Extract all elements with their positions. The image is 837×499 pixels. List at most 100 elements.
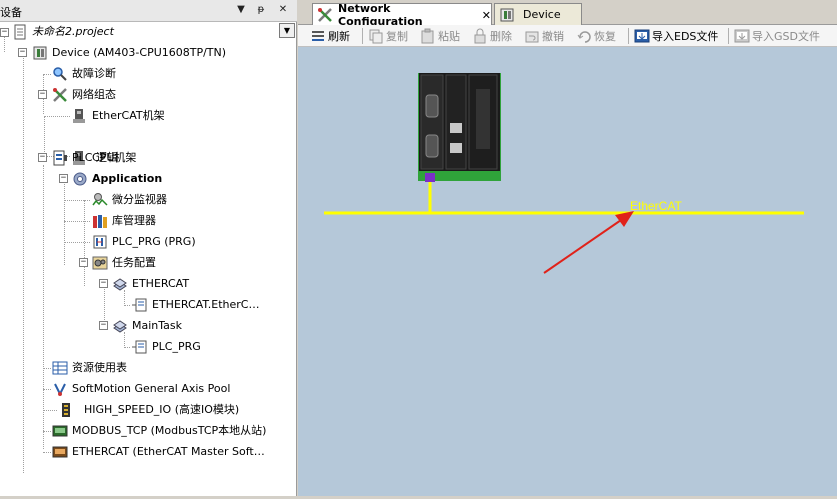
- books-icon: [92, 213, 108, 229]
- tree-label: PLC 逻辑: [72, 151, 118, 164]
- magnifier-icon: [52, 66, 68, 82]
- tree-item-softmotion[interactable]: SoftMotion General Axis Pool: [52, 379, 230, 399]
- tree-label: ETHERCAT: [132, 277, 190, 290]
- redo-button[interactable]: 恢复: [576, 27, 616, 45]
- plc-device[interactable]: [418, 73, 501, 181]
- tab-network-configuration[interactable]: Network Configuration ✕: [312, 2, 492, 28]
- tree-item-plc-logic[interactable]: PLC 逻辑: [52, 148, 118, 168]
- annotation-arrow: [543, 217, 625, 274]
- tree-label: HIGH_SPEED_IO (高速IO模块): [84, 403, 240, 416]
- tree-label: 微分监视器: [112, 193, 167, 206]
- tree-item-ethercat-call[interactable]: ETHERCAT.EtherC…: [132, 295, 259, 315]
- tree-label: 未命名2.project: [32, 25, 114, 38]
- button-label: 删除: [490, 30, 512, 43]
- tree-label: EtherCAT机架: [92, 109, 165, 122]
- tree-item-network[interactable]: 网络组态: [52, 85, 116, 105]
- button-label: 复制: [386, 30, 408, 43]
- tools-icon: [52, 87, 68, 103]
- collapse-icon[interactable]: −: [99, 279, 108, 288]
- tree-item-project[interactable]: 未命名2.project: [12, 22, 114, 42]
- tree-label: 库管理器: [112, 214, 156, 227]
- program-icon: [92, 234, 108, 250]
- collapse-icon[interactable]: −: [18, 48, 27, 57]
- refresh-button[interactable]: 刷新: [310, 27, 350, 45]
- collapse-icon[interactable]: −: [38, 153, 47, 162]
- collapse-icon[interactable]: −: [99, 321, 108, 330]
- toolbar-separator: [362, 28, 363, 44]
- tree-item-modbus-tcp[interactable]: MODBUS_TCP (ModbusTCP本地从站): [52, 421, 266, 441]
- import-gsd-button[interactable]: 导入GSD文件: [734, 27, 820, 45]
- axis-pool-icon: [52, 381, 68, 397]
- import-icon: [734, 28, 750, 44]
- tree-item-main-task[interactable]: MainTask: [112, 316, 182, 336]
- task-icon: [112, 318, 128, 334]
- rack-icon: [72, 108, 88, 124]
- tree-label: PLC_PRG (PRG): [112, 235, 196, 248]
- program-call-icon: [132, 339, 148, 355]
- device-icon: [32, 45, 48, 61]
- task-icon: [112, 276, 128, 292]
- panel-menu-icon[interactable]: ▼: [234, 3, 248, 17]
- refresh-icon: [310, 28, 326, 44]
- tree-item-monitor[interactable]: 微分监视器: [92, 190, 167, 210]
- button-label: 恢复: [594, 30, 616, 43]
- toolbar: 刷新 复制 粘贴 删除 撤销 恢复 导入EDS文件 导入GSD文件: [298, 25, 837, 47]
- monitor-icon: [92, 192, 108, 208]
- tab-bar: Network Configuration ✕ Device: [298, 0, 837, 28]
- tree-item-application[interactable]: Application: [72, 169, 162, 189]
- paste-button[interactable]: 粘贴: [420, 27, 460, 45]
- tree-item-library-manager[interactable]: 库管理器: [92, 211, 156, 231]
- collapse-icon[interactable]: −: [59, 174, 68, 183]
- tab-device[interactable]: Device: [494, 3, 582, 25]
- table-icon: [52, 360, 68, 376]
- tree-label: ETHERCAT.EtherC…: [152, 298, 260, 311]
- editor-area: Network Configuration ✕ Device 刷新 复制 粘贴 …: [298, 0, 837, 496]
- import-eds-button[interactable]: 导入EDS文件: [634, 27, 718, 45]
- button-label: 刷新: [328, 30, 350, 43]
- close-icon[interactable]: ✕: [482, 9, 491, 22]
- tree-label: PLC_PRG: [152, 340, 201, 353]
- button-label: 导入GSD文件: [752, 30, 820, 43]
- device-tree-panel: 设备 ▼ ᵽ ✕ ▼ 未命名2.project − − Device (AM40…: [0, 0, 297, 496]
- tree-item-resource-table[interactable]: 资源使用表: [52, 358, 127, 378]
- tree-label: MainTask: [132, 319, 182, 332]
- tree-item-ethercat-task[interactable]: ETHERCAT: [112, 274, 189, 294]
- tree-item-high-speed-io[interactable]: HIGH_SPEED_IO (高速IO模块): [58, 400, 239, 420]
- tree-label: Device (AM403-CPU1608TP/TN): [52, 46, 227, 59]
- project-icon: [12, 24, 28, 40]
- panel-title-bar: 设备 ▼ ᵽ ✕: [0, 0, 297, 22]
- tab-label: Device: [523, 8, 561, 21]
- delete-button[interactable]: 删除: [472, 27, 512, 45]
- copy-button[interactable]: 复制: [368, 27, 408, 45]
- panel-title: 设备: [0, 6, 22, 19]
- tools-icon: [317, 7, 333, 23]
- toolbar-separator: [728, 28, 729, 44]
- collapse-icon[interactable]: −: [38, 90, 47, 99]
- tree-item-device[interactable]: Device (AM403-CPU1608TP/TN): [32, 43, 226, 63]
- tree-item-task-config[interactable]: 任务配置: [92, 253, 156, 273]
- collapse-icon[interactable]: −: [0, 28, 9, 37]
- undo-button[interactable]: 撤销: [524, 27, 564, 45]
- close-icon[interactable]: ✕: [276, 3, 290, 17]
- ethercat-master-icon: [52, 444, 68, 460]
- button-label: 导入EDS文件: [652, 30, 719, 43]
- tree-label: 故障诊断: [72, 67, 116, 80]
- device-icon: [499, 7, 515, 23]
- tree-item-plc-prg[interactable]: PLC_PRG (PRG): [92, 232, 196, 252]
- device-tree: 未命名2.project − − Device (AM403-CPU1608TP…: [0, 22, 297, 496]
- network-diagram: EtherCAT: [324, 73, 804, 274]
- pin-icon[interactable]: ᵽ: [254, 3, 268, 17]
- task-config-icon: [92, 255, 108, 271]
- tree-item-main-call[interactable]: PLC_PRG: [132, 337, 201, 357]
- gear-icon: [72, 171, 88, 187]
- undo-icon: [524, 28, 540, 44]
- ethercat-port[interactable]: [425, 173, 435, 182]
- network-canvas[interactable]: EtherCAT: [298, 47, 837, 496]
- button-label: 粘贴: [438, 30, 460, 43]
- tree-item-diagnosis[interactable]: 故障诊断: [52, 64, 116, 84]
- paste-icon: [420, 28, 436, 44]
- tree-item-ethercat-rack[interactable]: EtherCAT机架: [72, 106, 165, 126]
- tree-item-ethercat-master[interactable]: ETHERCAT (EtherCAT Master Soft…: [52, 442, 265, 462]
- redo-icon: [576, 28, 592, 44]
- collapse-icon[interactable]: −: [79, 258, 88, 267]
